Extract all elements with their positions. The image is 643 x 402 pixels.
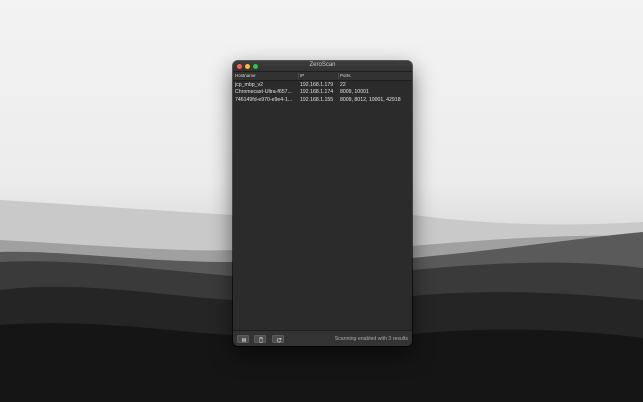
column-header-ip[interactable]: IP: [300, 73, 304, 78]
trash-icon: [259, 336, 263, 343]
bottom-toolbar: Scanning enabled with 3 results: [233, 330, 412, 346]
table-header: Hostname IP Ports: [233, 72, 412, 81]
title-bar[interactable]: ZeroScan: [233, 61, 412, 72]
pause-icon: [242, 337, 246, 342]
ip-cell: 192.168.1.155: [300, 96, 334, 103]
refresh-icon: [276, 337, 282, 342]
table-row[interactable]: jcp_mbp_v2 192.168.1.179 22: [233, 81, 412, 89]
clear-button[interactable]: [254, 334, 266, 343]
column-divider[interactable]: [338, 73, 339, 79]
desktop-wallpaper: ZeroScan Hostname IP Ports jcp_mbp_v2 19…: [0, 0, 643, 402]
table-row[interactable]: Chromecast-Ultra-f657... 192.168.1.174 8…: [233, 89, 412, 97]
ip-cell: 192.168.1.174: [300, 89, 334, 95]
zeroscan-window: ZeroScan Hostname IP Ports jcp_mbp_v2 19…: [233, 61, 412, 346]
pause-button[interactable]: [237, 334, 249, 343]
ports-cell: 8009, 8012, 10001, 42918: [340, 96, 401, 103]
column-header-hostname[interactable]: Hostname: [235, 73, 256, 78]
table-row[interactable]: 746149fd-e970-e9e4-1... 192.168.1.155 80…: [233, 96, 412, 104]
ports-cell: 8009, 10001: [340, 89, 369, 95]
ip-cell: 192.168.1.179: [300, 81, 334, 88]
hostname-cell: jcp_mbp_v2: [235, 81, 263, 88]
column-header-ports[interactable]: Ports: [340, 73, 351, 78]
ports-cell: 22: [340, 81, 346, 88]
hostname-cell: Chromecast-Ultra-f657...: [235, 89, 292, 95]
status-text: Scanning enabled with 3 results: [334, 335, 408, 342]
column-divider[interactable]: [298, 73, 299, 79]
refresh-button[interactable]: [272, 334, 284, 343]
hostname-cell: 746149fd-e970-e9e4-1...: [235, 96, 293, 103]
window-title: ZeroScan: [309, 62, 336, 68]
